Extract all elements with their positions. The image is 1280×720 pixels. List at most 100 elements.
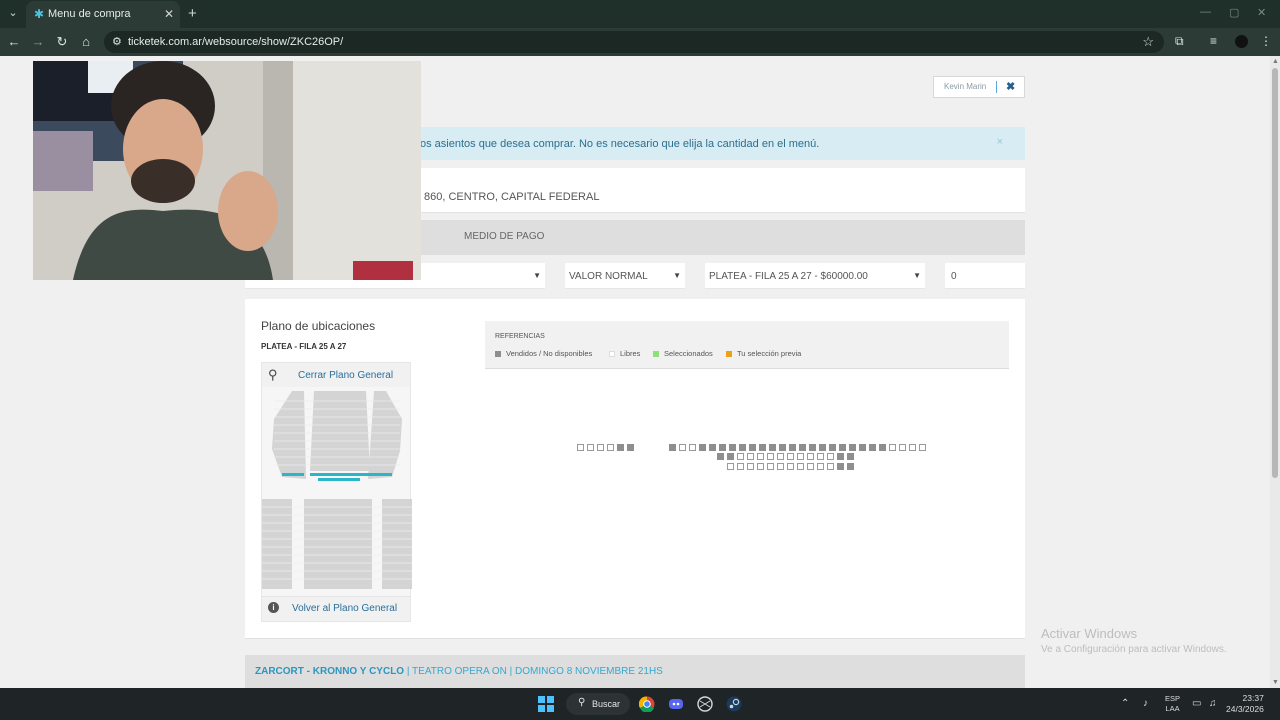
lower-map-diagram[interactable] <box>262 497 412 593</box>
seat[interactable] <box>607 444 614 451</box>
seat[interactable] <box>737 463 744 470</box>
volume-icon[interactable]: ♫ <box>1209 698 1217 709</box>
maximize-icon[interactable]: ▢ <box>1229 6 1239 19</box>
seat[interactable] <box>777 463 784 470</box>
seat <box>799 444 806 451</box>
new-tab-icon[interactable]: + <box>188 5 197 22</box>
microphone-icon[interactable]: ♪ <box>1143 698 1148 709</box>
site-info-icon[interactable]: ⚙ <box>112 35 122 48</box>
seat[interactable] <box>797 463 804 470</box>
event-artist: ZARCORT - KRONNO Y CYCLO <box>255 666 405 677</box>
seat[interactable] <box>817 453 824 460</box>
logout-close-icon[interactable]: ✖ <box>1006 80 1015 93</box>
bookmark-star-icon[interactable]: ☆ <box>1142 34 1154 50</box>
seat[interactable] <box>757 463 764 470</box>
tab-close-icon[interactable]: ✕ <box>164 7 174 21</box>
taskbar-search[interactable]: ⚲ Buscar <box>566 693 630 715</box>
quantity-value: 0 <box>951 271 957 282</box>
seat[interactable] <box>577 444 584 451</box>
ticketek-favicon-icon: ✱ <box>34 7 45 21</box>
seat[interactable] <box>827 453 834 460</box>
seat[interactable] <box>777 453 784 460</box>
ref-sold-label: Vendidos / No disponibles <box>506 349 593 358</box>
tab-search-icon[interactable]: ⌄ <box>4 4 22 22</box>
price-type-value: VALOR NORMAL <box>569 271 648 282</box>
taskbar-clock[interactable]: 23:37 24/3/2026 <box>1226 693 1264 715</box>
seat[interactable] <box>727 463 734 470</box>
seat[interactable] <box>689 444 696 451</box>
tray-chevron-up-icon[interactable]: ⌃ <box>1121 698 1129 709</box>
seat[interactable] <box>757 453 764 460</box>
step-payment-method[interactable]: MEDIO DE PAGO <box>464 231 544 242</box>
seat[interactable] <box>737 453 744 460</box>
forward-icon[interactable]: → <box>30 34 46 50</box>
price-type-select[interactable]: VALOR NORMAL ▼ <box>565 263 685 289</box>
seat[interactable] <box>787 453 794 460</box>
quantity-input[interactable]: 0 <box>945 263 1025 289</box>
seat[interactable] <box>899 444 906 451</box>
seat[interactable] <box>889 444 896 451</box>
seat <box>809 444 816 451</box>
language-indicator[interactable]: ESP LAA <box>1165 694 1180 714</box>
chrome-icon[interactable] <box>639 696 655 712</box>
selected-swatch <box>653 351 659 357</box>
reload-icon[interactable]: ↻ <box>54 34 70 50</box>
seat <box>847 453 854 460</box>
profile-avatar[interactable] <box>1235 35 1248 48</box>
webcam-overlay <box>33 61 421 280</box>
address-bar[interactable]: ⚙ ticketek.com.ar/websource/show/ZKC26OP… <box>104 31 1164 53</box>
steam-icon[interactable] <box>726 696 742 712</box>
taskbar-search-label: Buscar <box>592 699 621 709</box>
activation-subtitle: Ve a Configuración para activar Windows. <box>1041 644 1227 655</box>
activation-title: Activar Windows <box>1041 626 1138 641</box>
seat[interactable] <box>587 444 594 451</box>
webcam-image <box>33 61 421 280</box>
browser-menu-icon[interactable]: ⋮ <box>1260 34 1272 48</box>
seat <box>847 463 854 470</box>
back-to-map-link[interactable]: Volver al Plano General <box>292 603 397 614</box>
seat[interactable] <box>679 444 686 451</box>
seat[interactable] <box>817 463 824 470</box>
section-select[interactable]: PLATEA - FILA 25 A 27 - $60000.00 ▼ <box>705 263 925 289</box>
media-control-icon[interactable]: ≡ <box>1210 34 1217 48</box>
window-close-icon[interactable]: ✕ <box>1257 6 1266 19</box>
close-map-link[interactable]: Cerrar Plano General <box>298 370 393 381</box>
seat[interactable] <box>909 444 916 451</box>
seat[interactable] <box>767 463 774 470</box>
section-value: PLATEA - FILA 25 A 27 - $60000.00 <box>709 271 868 282</box>
seat[interactable] <box>597 444 604 451</box>
back-icon[interactable]: ← <box>6 34 22 50</box>
gamepad-app-icon[interactable] <box>697 696 713 712</box>
user-box: Kevin Marin ✖ <box>933 76 1025 98</box>
seat[interactable] <box>747 463 754 470</box>
discord-icon[interactable] <box>668 696 684 712</box>
url-text[interactable]: ticketek.com.ar/websource/show/ZKC26OP/ <box>128 36 343 48</box>
upper-map-diagram[interactable] <box>270 389 404 489</box>
seat <box>727 453 734 460</box>
seat[interactable] <box>767 453 774 460</box>
seat[interactable] <box>827 463 834 470</box>
scroll-down-icon[interactable]: ▼ <box>1272 679 1279 686</box>
windows-start-icon[interactable] <box>538 696 554 712</box>
network-icon[interactable]: ▭ <box>1192 698 1201 709</box>
ref-previous-label: Tu selección previa <box>737 349 802 358</box>
seat <box>869 444 876 451</box>
seat[interactable] <box>787 463 794 470</box>
minimize-icon[interactable]: — <box>1200 6 1211 18</box>
seat <box>839 444 846 451</box>
info-close-icon[interactable]: × <box>997 136 1003 148</box>
user-name[interactable]: Kevin Marin <box>944 82 986 91</box>
seat[interactable] <box>747 453 754 460</box>
seat[interactable] <box>797 453 804 460</box>
seat[interactable] <box>807 463 814 470</box>
ref-sold: Vendidos / No disponibles <box>495 349 592 358</box>
scroll-thumb[interactable] <box>1272 68 1278 478</box>
home-icon[interactable]: ⌂ <box>78 34 94 50</box>
extensions-icon[interactable]: ⧉ <box>1175 34 1184 49</box>
page-scrollbar[interactable]: ▲ ▼ <box>1270 56 1280 688</box>
seat <box>837 453 844 460</box>
seat[interactable] <box>919 444 926 451</box>
scroll-up-icon[interactable]: ▲ <box>1272 58 1279 65</box>
browser-tab[interactable]: ✱ Menu de compra ✕ <box>26 1 180 28</box>
seat[interactable] <box>807 453 814 460</box>
